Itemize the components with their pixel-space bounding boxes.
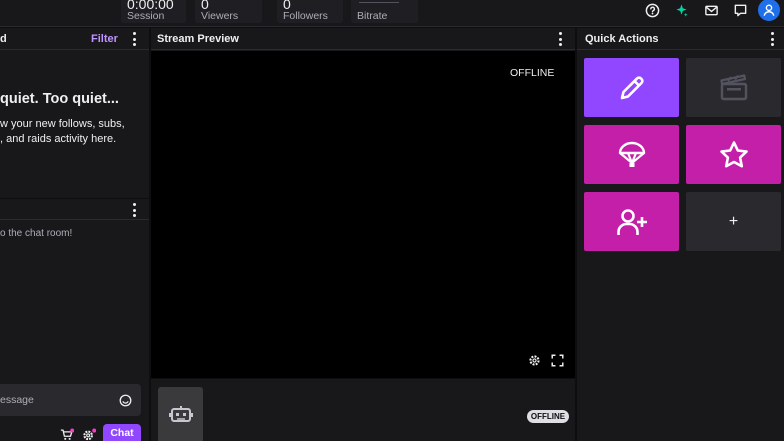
- clapperboard-icon: [719, 73, 747, 100]
- quick-actions-header: Quick Actions: [577, 28, 784, 50]
- stream-preview-menu-icon[interactable]: [557, 32, 563, 46]
- stream-preview-panel: Stream Preview: [151, 28, 575, 51]
- add-quick-action-label: +: [728, 212, 739, 230]
- stream-preview-video[interactable]: [151, 51, 575, 378]
- session-value: 0:00:00: [127, 0, 174, 9]
- followers-label: Followers: [283, 10, 328, 22]
- emote-picker-icon[interactable]: [119, 394, 132, 407]
- stream-thumbnail[interactable]: [158, 387, 203, 441]
- bitrate-stat: Bitrate: [351, 0, 418, 23]
- top-stats-bar: 0:00:00 Session 0 Viewers 0 Followers Bi…: [0, 0, 784, 27]
- preview-footer: [151, 379, 575, 441]
- preview-offline-status: OFFLINE: [510, 67, 555, 79]
- viewers-stat: 0 Viewers: [195, 0, 262, 23]
- activity-feed-title: d: [0, 33, 7, 45]
- followers-value: 0: [283, 0, 291, 9]
- stream-preview-header: Stream Preview: [151, 28, 575, 50]
- activity-empty-text-line: w your new follows, subs,: [0, 118, 125, 130]
- bitrate-graph-line: [359, 2, 399, 3]
- session-label: Session: [127, 10, 165, 22]
- activity-empty-text: w your new follows, subs, , and raids ac…: [0, 117, 125, 147]
- activity-feed-header: d Filter: [0, 28, 149, 50]
- chat-menu-icon[interactable]: [131, 203, 137, 217]
- parachute-icon: [618, 141, 645, 167]
- sparkle-icon[interactable]: [672, 1, 690, 19]
- chat-settings-icon[interactable]: [82, 428, 97, 441]
- robot-icon: [168, 406, 193, 422]
- quick-actions-menu-icon[interactable]: [769, 32, 775, 46]
- followers-stat: 0 Followers: [277, 0, 343, 23]
- help-icon[interactable]: [643, 1, 661, 19]
- chat-message-input[interactable]: essage: [0, 384, 141, 416]
- session-stat: 0:00:00 Session: [121, 0, 186, 23]
- activity-filter-link[interactable]: Filter: [91, 33, 118, 45]
- preview-settings-icon[interactable]: [528, 354, 541, 367]
- feature-star-button[interactable]: [686, 125, 781, 184]
- viewers-label: Viewers: [201, 10, 239, 22]
- chat-send-button[interactable]: Chat: [103, 424, 141, 441]
- add-user-icon: [616, 208, 647, 235]
- activity-empty-text-line: , and raids activity here.: [0, 133, 117, 145]
- add-moderator-button[interactable]: [584, 192, 679, 251]
- chat-header: [0, 199, 149, 220]
- raid-channel-button[interactable]: [584, 125, 679, 184]
- offline-badge: OFFLINE: [527, 410, 569, 423]
- user-avatar[interactable]: [758, 0, 780, 21]
- fullscreen-icon[interactable]: [551, 354, 564, 367]
- quick-actions-title: Quick Actions: [585, 33, 659, 45]
- edit-stream-info-button[interactable]: [584, 58, 679, 117]
- activity-empty-title: quiet. Too quiet...: [0, 91, 119, 107]
- activity-feed-menu-icon[interactable]: [131, 32, 137, 46]
- bits-cart-icon[interactable]: [60, 428, 75, 441]
- viewers-value: 0: [201, 0, 209, 9]
- inbox-icon[interactable]: [702, 1, 720, 19]
- chat-welcome-message: o the chat room!: [0, 228, 73, 239]
- bitrate-label: Bitrate: [357, 10, 388, 22]
- pencil-icon: [620, 75, 644, 99]
- stream-preview-title: Stream Preview: [157, 33, 239, 45]
- star-icon: [719, 140, 748, 167]
- activity-feed-panel: d Filter: [0, 28, 149, 198]
- whispers-icon[interactable]: [731, 1, 749, 19]
- add-quick-action-button[interactable]: +: [686, 192, 781, 251]
- chat-input-placeholder: essage: [0, 394, 34, 406]
- create-clip-button[interactable]: [686, 58, 781, 117]
